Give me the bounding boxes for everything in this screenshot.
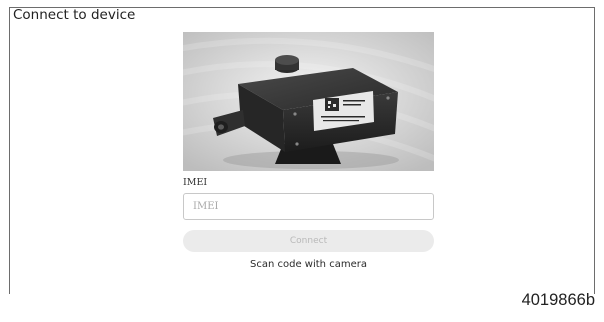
connect-button[interactable]: Connect	[183, 230, 434, 252]
device-photo	[183, 32, 434, 171]
imei-label: IMEI	[183, 177, 208, 188]
dialog-title: Connect to device	[13, 7, 136, 23]
figure-id: 4019866b	[521, 291, 595, 309]
scan-code-link[interactable]: Scan code with camera	[183, 259, 434, 270]
imei-input[interactable]	[183, 193, 434, 220]
